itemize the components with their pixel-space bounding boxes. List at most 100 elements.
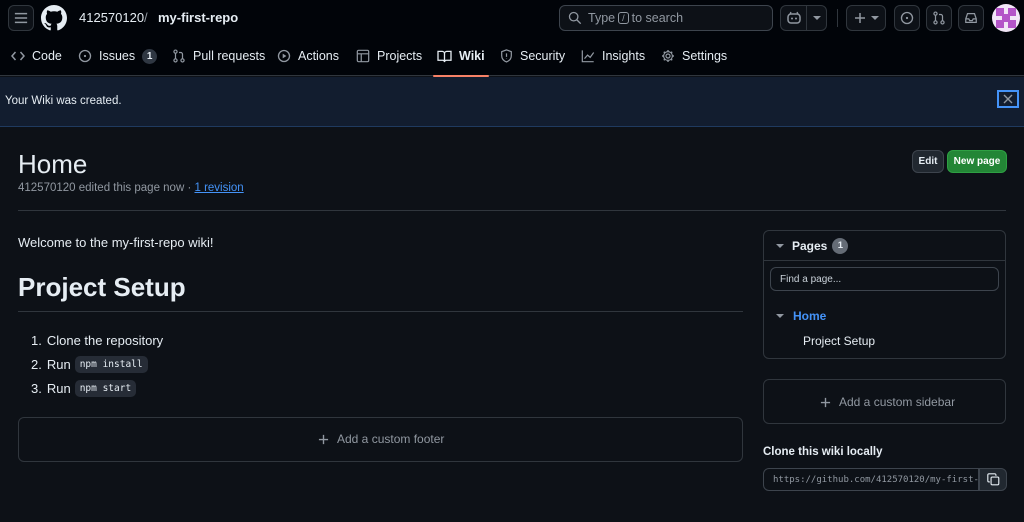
plus-icon <box>820 397 831 407</box>
tree-item-label: Home <box>793 309 827 323</box>
tree-item-home[interactable]: Home <box>776 309 826 323</box>
tab-label: Security <box>520 49 566 63</box>
tab-insights[interactable]: Insights <box>581 36 645 76</box>
pull-requests-button[interactable] <box>926 5 952 31</box>
flash-banner: Your Wiki was created. <box>0 77 1024 127</box>
issues-button[interactable] <box>894 5 920 31</box>
tab-settings[interactable]: Settings <box>661 36 727 76</box>
inbox-icon <box>965 13 977 23</box>
step-text: Run <box>46 356 71 372</box>
tab-label: Insights <box>602 49 646 63</box>
find-page-input[interactable] <box>770 267 999 291</box>
search-prefix: Type <box>588 11 616 25</box>
repo-link[interactable]: my-first-repo <box>158 10 238 25</box>
tab-label: Settings <box>682 49 728 63</box>
clone-url-field[interactable] <box>763 468 979 491</box>
list-item: 2. Run npm install <box>31 352 163 376</box>
issue-icon <box>78 49 92 63</box>
search-suffix: to search <box>631 11 684 25</box>
dismiss-flash-button[interactable] <box>997 90 1019 108</box>
hamburger-icon <box>14 12 28 24</box>
pull-request-icon <box>173 49 185 63</box>
tab-issues[interactable]: Issues 1 <box>78 36 158 76</box>
list-item: 1. Clone the repository <box>31 328 163 352</box>
inbox-button[interactable] <box>958 5 984 31</box>
user-avatar[interactable] <box>992 4 1020 32</box>
github-logo-icon[interactable] <box>41 5 67 31</box>
tab-wiki[interactable]: Wiki <box>433 36 489 77</box>
step-number: 2. <box>31 356 42 372</box>
caret-down-icon <box>776 314 784 318</box>
search-shortcut-key: / <box>618 12 629 24</box>
tab-code[interactable]: Code <box>11 36 62 76</box>
edit-button[interactable]: Edit <box>912 150 944 173</box>
revision-link[interactable]: 1 revision <box>194 182 243 194</box>
chevron-down-icon <box>812 16 821 20</box>
add-sidebar-label: Add a custom sidebar <box>839 395 956 409</box>
tab-label: Wiki <box>459 49 485 63</box>
issue-opened-icon <box>900 11 914 25</box>
inline-code: npm install <box>74 355 148 373</box>
issues-count-badge: 1 <box>142 48 158 64</box>
book-icon <box>437 50 452 62</box>
pages-label: Pages <box>792 238 828 253</box>
copilot-dropdown-button[interactable] <box>806 5 827 31</box>
menu-button[interactable] <box>8 5 34 31</box>
step-number: 1. <box>31 332 42 348</box>
repo-nav: Code Issues 1 Pull requests Actions Proj… <box>0 36 1024 77</box>
plus-icon <box>318 434 329 444</box>
pages-toggle[interactable]: Pages 1 <box>764 231 1005 261</box>
welcome-text: Welcome to the my-first-repo wiki! <box>18 235 214 250</box>
chevron-down-icon <box>870 16 879 20</box>
header-divider-line <box>18 210 1006 211</box>
graph-icon <box>581 50 595 63</box>
section-divider-line <box>18 311 743 312</box>
copy-url-button[interactable] <box>979 468 1007 491</box>
step-number: 3. <box>31 380 42 396</box>
page-meta-text: 412570120 edited this page now · <box>18 182 195 194</box>
tab-label: Issues <box>99 49 136 63</box>
tab-actions[interactable]: Actions <box>277 36 339 76</box>
clone-title: Clone this wiki locally <box>763 446 883 458</box>
pull-request-icon <box>933 11 945 25</box>
flash-message: Your Wiki was created. <box>5 95 122 107</box>
owner-link[interactable]: 412570120 <box>79 10 144 25</box>
list-item: 3. Run npm start <box>31 376 163 400</box>
add-footer-label: Add a custom footer <box>337 432 445 446</box>
add-sidebar-button[interactable]: Add a custom sidebar <box>820 395 955 409</box>
tab-label: Projects <box>377 49 423 63</box>
step-text: Run <box>46 380 71 396</box>
breadcrumb-separator: / <box>144 10 148 25</box>
gear-icon <box>662 50 674 62</box>
tab-label: Code <box>32 49 62 63</box>
page-meta: 412570120 edited this page now · 1 revis… <box>18 182 244 194</box>
play-icon <box>277 49 291 63</box>
page-title: Home <box>18 149 88 179</box>
create-new-button[interactable] <box>846 5 886 31</box>
close-icon <box>1003 94 1013 104</box>
copy-icon <box>986 473 999 486</box>
tab-security[interactable]: Security <box>500 36 565 76</box>
global-header: 412570120 / my-first-repo Type / to sear… <box>0 0 1024 36</box>
tab-label: Pull requests <box>193 49 266 63</box>
copilot-button[interactable] <box>780 5 807 31</box>
step-text: Clone the repository <box>46 332 164 348</box>
copilot-icon <box>786 11 801 24</box>
setup-steps-list: 1. Clone the repository 2. Run npm insta… <box>31 328 163 400</box>
search-input[interactable]: Type / to search <box>559 5 773 31</box>
new-page-button[interactable]: New page <box>947 150 1007 173</box>
pages-count-badge: 1 <box>832 237 849 254</box>
code-icon <box>11 51 25 61</box>
tree-item-project-setup[interactable]: Project Setup <box>803 333 875 348</box>
plus-icon <box>854 13 865 23</box>
section-heading: Project Setup <box>18 272 186 302</box>
add-footer-button[interactable]: Add a custom footer <box>318 432 444 446</box>
inline-code: npm start <box>74 379 137 397</box>
header-divider <box>837 9 838 27</box>
shield-icon <box>501 49 512 63</box>
tree-item-label: Project Setup <box>803 334 876 348</box>
tab-projects[interactable]: Projects <box>356 36 422 76</box>
table-icon <box>356 49 370 63</box>
tab-pull-requests[interactable]: Pull requests <box>172 36 265 76</box>
tab-label: Actions <box>298 49 339 63</box>
